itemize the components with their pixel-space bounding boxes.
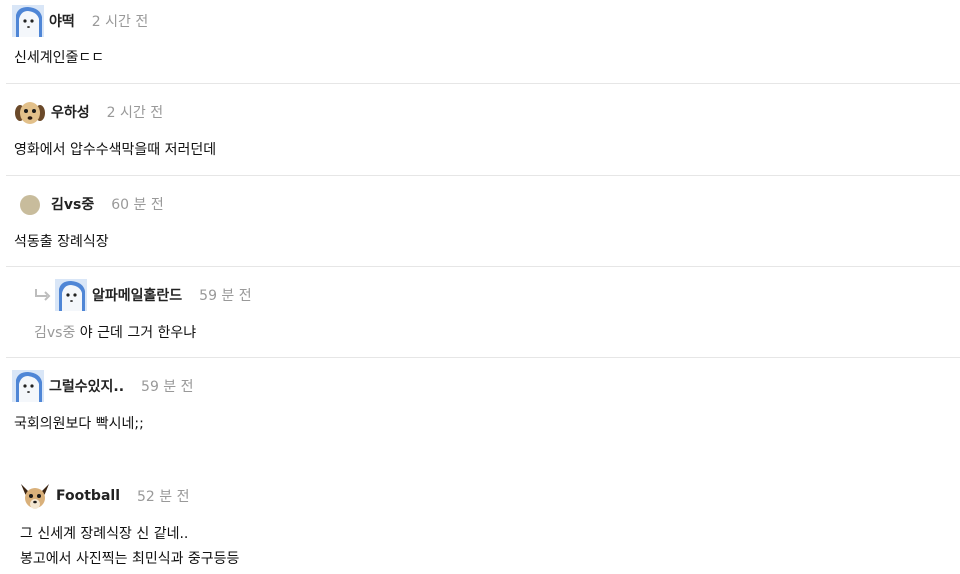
timestamp: 52 분 전 [137, 489, 190, 505]
reply-text: 김vs중 야 근데 그거 한우냐 [34, 322, 196, 342]
timestamp: 2 시간 전 [91, 14, 149, 30]
comment-meta: 그럴수있지.. 59 분 전 [12, 369, 194, 403]
comment-meta: 야떡 2 시간 전 [12, 4, 148, 38]
comment-meta: 김vs중 60 분 전 [14, 187, 164, 221]
comment-meta: Football 52 분 전 [19, 479, 189, 513]
divider [6, 175, 960, 176]
comment-text: 영화에서 압수수색막을때 저러던데 [14, 142, 217, 158]
timestamp: 60 분 전 [111, 197, 164, 213]
ghost-face-avatar-icon[interactable] [12, 370, 44, 402]
beige-circle-avatar-icon[interactable] [14, 188, 46, 220]
comment-text: 봉고에서 사진찍는 최민식과 중구등등 [20, 551, 240, 567]
reply-arrow-icon [35, 289, 51, 301]
comment-text: 국회의원보다 빡시네;; [14, 416, 144, 432]
comment-text: 야 근데 그거 한우냐 [79, 325, 197, 341]
reply-mention[interactable]: 김vs중 [34, 325, 75, 341]
divider [6, 266, 960, 267]
ghost-face-avatar-icon[interactable] [55, 279, 87, 311]
author-name[interactable]: 우하성 [51, 102, 90, 122]
author-name[interactable]: 김vs중 [51, 194, 94, 214]
comment-meta: 알파메일홀란드 59 분 전 [34, 278, 252, 312]
comment-text: 그 신세계 장례식장 신 같네.. [20, 526, 189, 542]
chihuahua-avatar-icon[interactable] [19, 480, 51, 512]
comment-text: 신세계인줄ㄷㄷ [14, 50, 105, 66]
author-name[interactable]: 알파메일홀란드 [92, 285, 182, 305]
ghost-face-avatar-icon[interactable] [12, 5, 44, 37]
divider [6, 83, 960, 84]
timestamp: 59 분 전 [199, 288, 252, 304]
timestamp: 2 시간 전 [106, 105, 164, 121]
timestamp: 59 분 전 [141, 379, 194, 395]
author-name[interactable]: 야떡 [49, 11, 75, 31]
puppy-avatar-icon[interactable] [14, 96, 46, 128]
comment-text: 석동출 장례식장 [14, 234, 109, 250]
comment-meta: 우하성 2 시간 전 [14, 95, 163, 129]
divider [6, 357, 960, 358]
author-name[interactable]: 그럴수있지.. [49, 376, 124, 396]
author-name[interactable]: Football [56, 488, 120, 504]
